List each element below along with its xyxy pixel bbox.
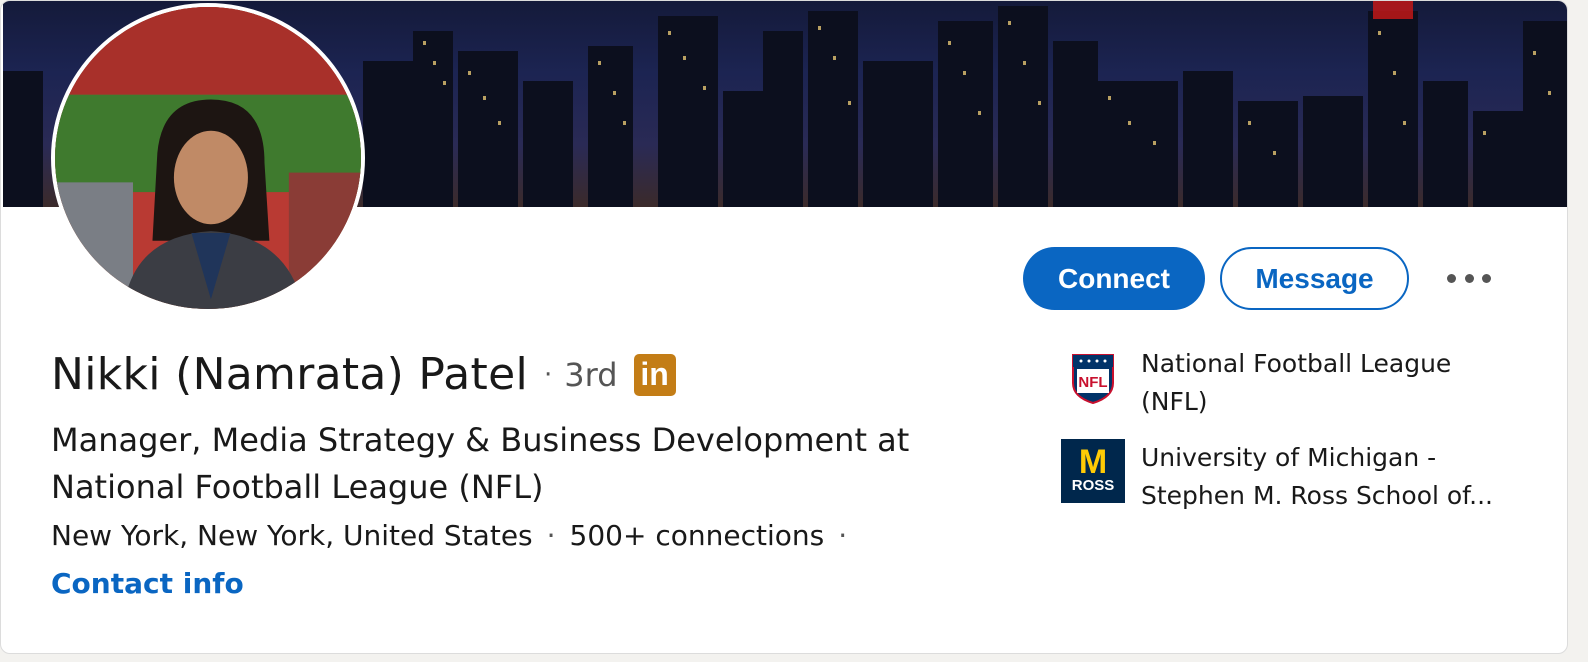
profile-avatar[interactable] — [51, 3, 365, 313]
contact-info-link[interactable]: Contact info — [51, 567, 244, 600]
ross-logo-text: ROSS — [1071, 477, 1115, 494]
profile-actions: Connect Message — [1023, 247, 1491, 310]
org-name: National Football League (NFL) — [1141, 349, 1452, 416]
ross-logo-icon: M ROSS — [1061, 439, 1125, 503]
linkedin-premium-icon: in — [633, 353, 676, 396]
organizations-list: NFL National Football League (NFL) M ROS… — [1061, 345, 1521, 533]
profile-headline: Manager, Media Strategy & Business Devel… — [51, 421, 910, 506]
profile-name: Nikki (Namrata) Patel — [51, 349, 529, 400]
org-item-nfl[interactable]: NFL National Football League (NFL) — [1061, 345, 1521, 421]
location-dot: · — [546, 519, 556, 552]
more-options-icon[interactable] — [1447, 269, 1491, 289]
org-item-ross[interactable]: M ROSS University of Michigan - Stephen … — [1061, 439, 1521, 515]
connections-count: 500+ connections — [569, 519, 825, 552]
connect-button[interactable]: Connect — [1023, 247, 1205, 310]
org-name: University of Michigan - Stephen M. Ross… — [1141, 443, 1494, 510]
profile-location: New York, New York, United States — [51, 519, 533, 552]
ross-logo-m: M — [1078, 443, 1108, 481]
profile-name-row: Nikki (Namrata) Patel · 3rd in — [51, 349, 676, 400]
profile-card: Connect Message Nikki (Namrata) Patel · … — [0, 0, 1568, 654]
connection-degree: 3rd — [564, 355, 618, 394]
message-button[interactable]: Message — [1220, 247, 1409, 310]
more-dot — [1482, 274, 1491, 283]
more-dot — [1464, 274, 1474, 283]
more-dot — [1447, 274, 1456, 283]
nfl-logo-icon: NFL — [1061, 345, 1125, 409]
name-separator: · — [544, 359, 553, 390]
nfl-logo-text: NFL — [1078, 374, 1107, 391]
location-row: New York, New York, United States · 500+… — [51, 519, 861, 552]
profile-photo — [55, 7, 361, 309]
connections-dot: · — [838, 519, 848, 552]
